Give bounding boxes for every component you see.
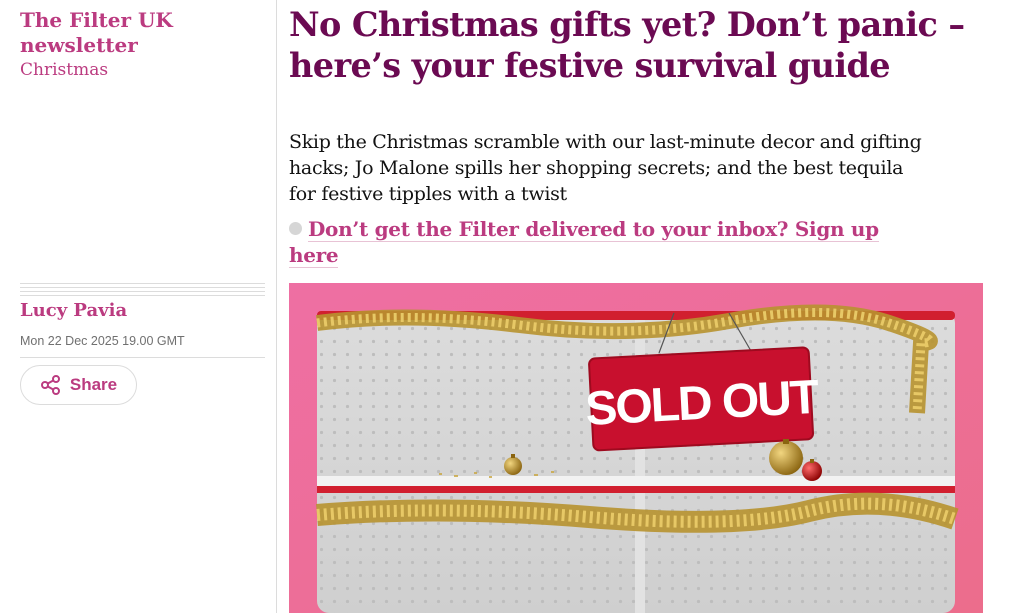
left-meta-column: The Filter UK newsletter Christmas Lucy … <box>0 0 277 613</box>
meta-divider <box>20 283 265 297</box>
shelf <box>317 476 955 486</box>
hero-image[interactable]: SOLD OUT <box>289 283 983 613</box>
sold-out-sign: SOLD OUT <box>584 346 820 452</box>
newsletter-signup: Don’t get the Filter delivered to your i… <box>289 216 889 268</box>
author-name[interactable]: Lucy Pavia <box>20 300 127 322</box>
bullet-dot-icon <box>289 222 302 235</box>
section-title[interactable]: The Filter UK newsletter <box>20 8 260 58</box>
share-label: Share <box>69 375 118 394</box>
share-icon <box>40 374 62 396</box>
gold-bauble-small <box>504 457 522 475</box>
newsletter-signup-link[interactable]: Don’t get the Filter delivered to your i… <box>289 217 879 268</box>
section-subtitle[interactable]: Christmas <box>20 59 108 81</box>
red-bauble <box>802 461 822 481</box>
date-divider <box>20 357 265 358</box>
gold-bauble-large <box>769 441 803 475</box>
share-button[interactable]: Share <box>20 365 137 405</box>
article-headline: No Christmas gifts yet? Don’t panic – he… <box>289 5 965 85</box>
article-standfirst: Skip the Christmas scramble with our las… <box>289 131 922 205</box>
publish-date: Mon 22 Dec 2025 19.00 GMT <box>20 334 185 348</box>
